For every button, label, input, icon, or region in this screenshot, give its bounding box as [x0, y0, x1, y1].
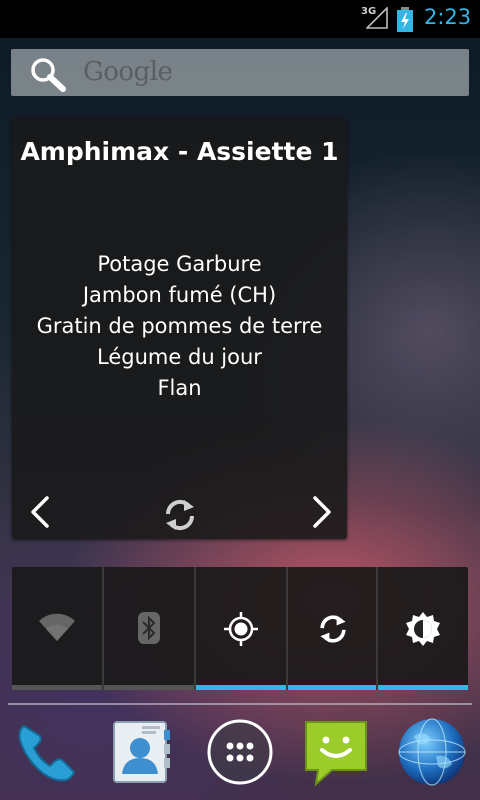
sync-indicator — [288, 685, 378, 690]
menu-item: Légume du jour — [97, 345, 262, 369]
sync-icon — [320, 615, 346, 643]
messaging-app[interactable] — [300, 716, 372, 788]
refresh-icon[interactable] — [160, 495, 200, 535]
status-bar: 3G 2:23 — [0, 0, 480, 38]
wifi-icon — [39, 613, 75, 641]
brightness-icon — [406, 612, 440, 646]
gps-toggle[interactable] — [196, 567, 286, 690]
app-drawer-icon — [207, 719, 273, 785]
menu-item: Potage Garbure — [97, 252, 262, 276]
phone-app[interactable] — [10, 716, 82, 788]
messaging-icon — [305, 721, 367, 787]
menu-list: Potage Garbure Jambon fumé (CH) Gratin d… — [12, 249, 347, 404]
gps-indicator — [196, 685, 286, 690]
battery-charging-icon — [397, 7, 413, 32]
bluetooth-toggle[interactable] — [104, 567, 194, 690]
clock: 2:23 — [424, 5, 472, 29]
brightness-indicator — [378, 685, 468, 690]
power-control-widget — [12, 567, 468, 690]
brightness-toggle[interactable] — [378, 567, 468, 690]
sync-toggle[interactable] — [288, 567, 378, 690]
dock-divider — [8, 703, 472, 705]
google-search-bar[interactable]: Google — [11, 49, 469, 96]
signal-icon — [366, 7, 388, 29]
google-label: Google — [83, 57, 173, 87]
bluetooth-indicator — [104, 685, 194, 690]
chevron-right-icon[interactable] — [310, 495, 334, 529]
contacts-icon — [113, 721, 170, 783]
menu-item: Jambon fumé (CH) — [82, 283, 277, 307]
search-icon — [31, 58, 66, 92]
wifi-toggle[interactable] — [12, 567, 102, 690]
globe-icon — [398, 718, 466, 786]
chevron-left-icon[interactable] — [28, 495, 52, 529]
app-drawer-button[interactable] — [204, 716, 276, 788]
contacts-app[interactable] — [106, 716, 178, 788]
menu-item: Flan — [157, 376, 202, 400]
wifi-indicator — [12, 685, 102, 690]
menu-widget: Amphimax - Assiette 1 Potage Garbure Jam… — [12, 117, 347, 539]
phone-icon — [18, 724, 76, 782]
browser-app[interactable] — [396, 716, 468, 788]
gps-icon — [224, 612, 258, 646]
menu-item: Gratin de pommes de terre — [36, 314, 323, 338]
menu-title: Amphimax - Assiette 1 — [20, 137, 339, 166]
bluetooth-icon — [138, 612, 160, 644]
